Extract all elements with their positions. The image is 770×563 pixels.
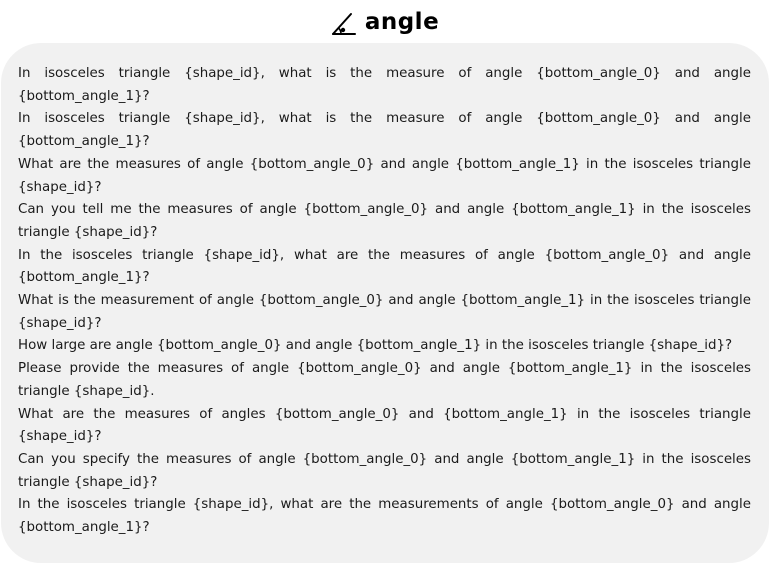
question-item: Can you specify the measures of angle {b… (18, 451, 751, 490)
question-item: Can you tell me the measures of angle {b… (18, 202, 751, 240)
angle-icon (331, 11, 357, 37)
question-item: In isosceles triangle {shape_id}, what i… (18, 111, 751, 150)
question-card: In isosceles triangle {shape_id}, what i… (1, 43, 769, 563)
page-title: angle (364, 9, 440, 35)
question-list: In isosceles triangle {shape_id}, what i… (18, 63, 751, 540)
question-item: In the isosceles triangle {shape_id}, wh… (18, 497, 751, 536)
question-item: What are the measures of angle {bottom_a… (18, 156, 751, 195)
question-item: What are the measures of angles {bottom_… (18, 406, 751, 445)
question-item: Please provide the measures of angle {bo… (18, 361, 751, 399)
question-item: In the isosceles triangle {shape_id}, wh… (18, 247, 751, 286)
question-item: How large are angle {bottom_angle_0} and… (18, 338, 733, 354)
question-item: What is the measurement of angle {bottom… (18, 293, 751, 331)
header: angle (0, 4, 770, 40)
question-item: In isosceles triangle {shape_id}, what i… (18, 66, 751, 104)
